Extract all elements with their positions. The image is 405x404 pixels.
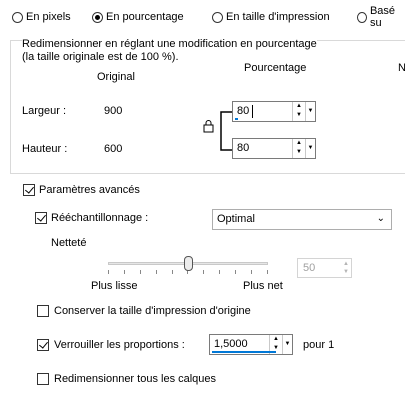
sharpness-value: 50 xyxy=(303,262,316,274)
ratio-menu-arrow-icon[interactable]: ▼ xyxy=(282,335,292,354)
height-percent-value: 80 xyxy=(237,142,250,154)
sharpness-max-label: Plus net xyxy=(243,280,283,292)
radio-label: En taille d'impression xyxy=(226,11,330,23)
spin-up-icon[interactable]: ▲ xyxy=(293,102,305,111)
ratio-value: 1,5000 xyxy=(214,338,248,350)
text-caret xyxy=(252,105,253,118)
sharpness-min-label: Plus lisse xyxy=(91,280,138,292)
width-menu-arrow-icon[interactable]: ▼ xyxy=(305,102,315,121)
radio-dot xyxy=(212,11,223,23)
width-label: Largeur : xyxy=(22,105,67,117)
height-spin-arrows[interactable]: ▲ ▼ xyxy=(292,139,305,158)
radio-base-sur[interactable]: Basé su xyxy=(357,5,405,29)
lock-ratio-label[interactable]: Verrouiller les proportions : xyxy=(54,339,185,351)
radio-label: En pixels xyxy=(26,11,71,23)
sharpness-label: Netteté xyxy=(51,237,87,249)
radio-label: Basé su xyxy=(369,5,396,29)
focus-underline xyxy=(235,118,238,120)
height-label: Hauteur : xyxy=(22,143,68,155)
width-percent-value: 80 xyxy=(237,105,250,117)
advanced-settings-label[interactable]: Paramètres avancés xyxy=(39,184,140,196)
radio-label: En pourcentage xyxy=(106,11,184,23)
width-spin-arrows[interactable]: ▲ ▼ xyxy=(292,102,305,121)
resize-layers-checkbox[interactable] xyxy=(37,373,49,385)
height-menu-arrow-icon[interactable]: ▼ xyxy=(305,139,315,158)
group-description: Redimensionner en réglant une modificati… xyxy=(22,38,317,64)
ratio-spinbox[interactable]: 1,5000 ▲ ▼ ▼ xyxy=(209,334,293,355)
spin-up-icon[interactable]: ▲ xyxy=(293,139,305,148)
spin-down-icon[interactable]: ▼ xyxy=(293,148,305,157)
height-original: 600 xyxy=(104,143,123,155)
resample-checkbox[interactable] xyxy=(35,212,47,224)
resize-layers-label[interactable]: Redimensionner tous les calques xyxy=(54,373,216,385)
radio-en-pixels[interactable]: En pixels xyxy=(12,9,71,25)
focus-underline xyxy=(212,351,276,353)
lock-ratio-checkbox[interactable] xyxy=(37,339,49,351)
resample-label[interactable]: Rééchantillonnage : xyxy=(51,212,148,224)
lock-icon[interactable] xyxy=(203,120,214,133)
spin-arrows-icon: ▲ ▼ xyxy=(343,261,349,275)
advanced-settings-checkbox[interactable] xyxy=(23,184,35,196)
ratio-suffix: pour 1 xyxy=(303,339,335,351)
keep-print-size-checkbox[interactable] xyxy=(37,305,49,317)
column-original: Original xyxy=(97,71,135,83)
radio-dot xyxy=(357,11,367,23)
chevron-down-icon: ⌄ xyxy=(376,213,385,224)
resample-method-select[interactable]: Optimal ⌄ xyxy=(212,209,392,230)
width-original: 900 xyxy=(104,105,123,117)
width-percent-spinbox[interactable]: 80 ▲ ▼ ▼ xyxy=(232,101,316,122)
radio-en-pourcentage[interactable]: En pourcentage xyxy=(92,9,184,25)
column-percentage: Pourcentage xyxy=(244,62,307,74)
spin-down-icon[interactable]: ▼ xyxy=(293,111,305,120)
sharpness-value-spinbox: 50 ▲ ▼ xyxy=(297,258,352,278)
keep-print-size-label[interactable]: Conserver la taille d'impression d'origi… xyxy=(54,305,251,317)
sharpness-slider-thumb[interactable] xyxy=(184,256,193,271)
spin-up-icon[interactable]: ▲ xyxy=(270,335,282,344)
radio-dot xyxy=(92,11,103,23)
resample-method-value: Optimal xyxy=(217,213,255,225)
height-percent-spinbox[interactable]: 80 ▲ ▼ ▼ xyxy=(232,138,316,159)
radio-en-taille-impression[interactable]: En taille d'impression xyxy=(212,9,330,25)
radio-dot xyxy=(12,11,23,23)
column-cut: N xyxy=(398,62,405,74)
